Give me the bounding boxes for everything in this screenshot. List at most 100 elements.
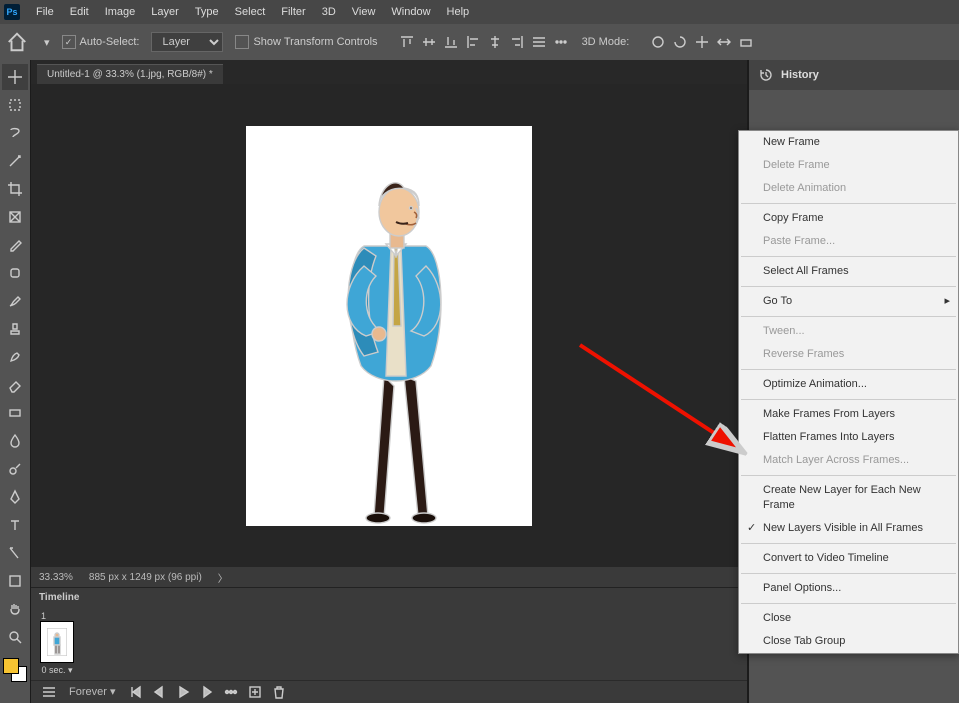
status-caret-icon[interactable]: 〉 — [218, 570, 228, 585]
document-tabs: Untitled-1 @ 33.3% (1.jpg, RGB/8#) * — [31, 60, 747, 84]
delete-frame-button[interactable] — [269, 682, 289, 702]
show-transform-checkbox[interactable]: Show Transform Controls — [235, 35, 377, 49]
align-top-icon[interactable] — [396, 31, 418, 53]
menu-item-panel-options[interactable]: Panel Options... — [739, 577, 958, 600]
menu-item-go-to[interactable]: Go To — [739, 290, 958, 313]
history-icon — [757, 66, 775, 84]
auto-select-checkbox[interactable]: ✓ Auto-Select: — [62, 35, 140, 49]
zoom-tool[interactable] — [2, 624, 28, 650]
align-right-icon[interactable] — [506, 31, 528, 53]
color-swatches[interactable] — [3, 658, 27, 682]
menu-item-optimize-animation[interactable]: Optimize Animation... — [739, 373, 958, 396]
document-tab[interactable]: Untitled-1 @ 33.3% (1.jpg, RGB/8#) * — [37, 64, 223, 84]
orbit-icon[interactable] — [647, 31, 669, 53]
new-frame-button[interactable] — [245, 682, 265, 702]
menu-item-tween: Tween... — [739, 320, 958, 343]
menu-layer[interactable]: Layer — [143, 0, 187, 24]
menu-window[interactable]: Window — [383, 0, 438, 24]
menu-select[interactable]: Select — [227, 0, 274, 24]
heal-tool[interactable] — [2, 260, 28, 286]
menu-item-convert-to-video-timeline[interactable]: Convert to Video Timeline — [739, 547, 958, 570]
move-tool[interactable] — [2, 64, 28, 90]
loop-dropdown[interactable]: Forever ▾ — [63, 682, 121, 702]
foreground-swatch[interactable] — [3, 658, 19, 674]
timeline-controls: Forever ▾ — [31, 680, 747, 703]
hand-tool[interactable] — [2, 596, 28, 622]
tool-panel — [0, 60, 30, 703]
slide-icon[interactable] — [713, 31, 735, 53]
menu-image[interactable]: Image — [97, 0, 144, 24]
path-tool[interactable] — [2, 540, 28, 566]
menu-separator — [741, 369, 956, 370]
align-vcenter-icon[interactable] — [418, 31, 440, 53]
canvas[interactable] — [246, 126, 532, 526]
align-left-icon[interactable] — [462, 31, 484, 53]
menu-separator — [741, 543, 956, 544]
home-icon — [6, 31, 28, 53]
menu-type[interactable]: Type — [187, 0, 227, 24]
menu-item-new-frame[interactable]: New Frame — [739, 131, 958, 154]
document-area: Untitled-1 @ 33.3% (1.jpg, RGB/8#) * — [30, 60, 748, 703]
wand-tool[interactable] — [2, 148, 28, 174]
eyedropper-tool[interactable] — [2, 232, 28, 258]
first-frame-button[interactable] — [125, 682, 145, 702]
menu-file[interactable]: File — [28, 0, 62, 24]
distribute-icon[interactable] — [528, 31, 550, 53]
menu-help[interactable]: Help — [439, 0, 478, 24]
menu-view[interactable]: View — [344, 0, 384, 24]
frame-index: 1 — [41, 611, 46, 621]
auto-select-label: Auto-Select: — [80, 36, 140, 48]
brush-tool[interactable] — [2, 288, 28, 314]
type-tool[interactable] — [2, 512, 28, 538]
menu-item-create-new-layer-for-each-new-frame[interactable]: Create New Layer for Each New Frame — [739, 479, 958, 517]
prev-frame-button[interactable] — [149, 682, 169, 702]
pan-icon[interactable] — [691, 31, 713, 53]
tween-button[interactable] — [221, 682, 241, 702]
menu-item-close[interactable]: Close — [739, 607, 958, 630]
frame-tool[interactable] — [2, 204, 28, 230]
menu-filter[interactable]: Filter — [273, 0, 313, 24]
lasso-tool[interactable] — [2, 120, 28, 146]
mode-3d-label: 3D Mode: — [582, 36, 630, 48]
menu-item-match-layer-across-frames: Match Layer Across Frames... — [739, 449, 958, 472]
menu-item-flatten-frames-into-layers[interactable]: Flatten Frames Into Layers — [739, 426, 958, 449]
align-hcenter-icon[interactable] — [484, 31, 506, 53]
menu-item-copy-frame[interactable]: Copy Frame — [739, 207, 958, 230]
menu-item-new-layers-visible-in-all-frames[interactable]: New Layers Visible in All Frames — [739, 517, 958, 540]
align-icons — [396, 31, 572, 53]
menu-item-make-frames-from-layers[interactable]: Make Frames From Layers — [739, 403, 958, 426]
frame-duration[interactable]: 0 sec. ▾ — [41, 665, 72, 676]
more-icon[interactable] — [550, 31, 572, 53]
dodge-tool[interactable] — [2, 456, 28, 482]
canvas-area[interactable] — [31, 84, 747, 567]
show-transform-label: Show Transform Controls — [253, 36, 377, 48]
stamp-tool[interactable] — [2, 316, 28, 342]
menu-item-select-all-frames[interactable]: Select All Frames — [739, 260, 958, 283]
menu-item-close-tab-group[interactable]: Close Tab Group — [739, 630, 958, 653]
timeline-frame[interactable]: 1 0 sec. ▾ — [39, 611, 75, 676]
pen-tool[interactable] — [2, 484, 28, 510]
blur-tool[interactable] — [2, 428, 28, 454]
marquee-tool[interactable] — [2, 92, 28, 118]
layer-select-dropdown[interactable]: Layer — [151, 32, 223, 52]
menu-3d[interactable]: 3D — [314, 0, 344, 24]
eraser-tool[interactable] — [2, 372, 28, 398]
home-button[interactable] — [6, 31, 28, 53]
roll-icon[interactable] — [669, 31, 691, 53]
history-brush-tool[interactable] — [2, 344, 28, 370]
timeline-header: Timeline — [31, 588, 747, 607]
crop-tool[interactable] — [2, 176, 28, 202]
history-panel-header[interactable]: History — [749, 60, 959, 90]
timeline-menu-icon[interactable] — [39, 682, 59, 702]
frame-thumbnail[interactable] — [40, 621, 74, 663]
align-bottom-icon[interactable] — [440, 31, 462, 53]
gradient-tool[interactable] — [2, 400, 28, 426]
play-button[interactable] — [173, 682, 193, 702]
menu-edit[interactable]: Edit — [62, 0, 97, 24]
shape-tool[interactable] — [2, 568, 28, 594]
scale-icon[interactable] — [735, 31, 757, 53]
zoom-readout[interactable]: 33.33% — [39, 572, 73, 583]
next-frame-button[interactable] — [197, 682, 217, 702]
menu-separator — [741, 573, 956, 574]
options-bar: ▾ ✓ Auto-Select: Layer Show Transform Co… — [0, 24, 959, 61]
